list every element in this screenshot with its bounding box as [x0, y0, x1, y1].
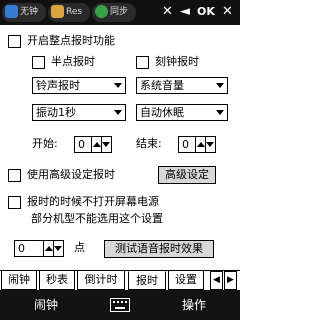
tab-next-button[interactable]: ▶	[224, 271, 237, 290]
tab-strip: 闹钟 秒表 倒计时 报时 设置 ◀ ▶	[0, 270, 240, 291]
tab-settings[interactable]: 设置	[168, 271, 204, 290]
quarter-hour-checkbox[interactable]	[136, 56, 149, 69]
ok-button[interactable]: OK	[197, 4, 215, 20]
point-unit-label: 点	[74, 241, 85, 254]
chevron-down-icon	[216, 83, 224, 88]
no-screen-checkbox[interactable]	[8, 196, 21, 209]
end-hour-value: 0	[182, 138, 189, 151]
volume-mute-icon[interactable]: ◄	[180, 4, 190, 20]
half-hour-label: 半点报时	[51, 55, 95, 68]
volume-dropdown[interactable]: 系统音量	[136, 77, 228, 94]
advanced-settings-button[interactable]: 高级设定	[158, 166, 216, 184]
chevron-down-icon	[114, 83, 122, 88]
close-icon[interactable]: ✕	[222, 4, 233, 20]
volume-dropdown-value: 系统音量	[140, 79, 184, 92]
sync-icon	[95, 5, 108, 18]
end-hour-stepper[interactable]: 0	[178, 136, 216, 153]
vibrate-dropdown-value: 振动1秒	[36, 106, 76, 119]
softkey-left[interactable]: 闹钟	[34, 298, 58, 312]
chevron-left-icon: ◀	[213, 275, 220, 285]
quarter-hour-label: 刻钟报时	[155, 55, 199, 68]
tab-timecall[interactable]: 报时	[128, 271, 166, 290]
test-voice-button[interactable]: 测试语音报时效果	[104, 240, 214, 258]
softkey-right[interactable]: 操作	[182, 298, 206, 312]
start-label: 开始:	[32, 137, 58, 150]
enable-hourly-checkbox[interactable]	[8, 35, 21, 48]
spin-down-icon[interactable]	[101, 137, 111, 152]
tab-stopwatch[interactable]: 秒表	[39, 271, 75, 290]
signal-off-icon[interactable]: ✕	[162, 4, 173, 20]
end-label: 结束:	[136, 137, 162, 150]
taskbar-app-3[interactable]: 同步	[92, 3, 136, 22]
taskbar-app-1-label: 无钟	[20, 7, 39, 17]
windows-flag-icon	[5, 5, 18, 18]
advanced-checkbox[interactable]	[8, 169, 21, 182]
sound-dropdown-value: 铃声报时	[36, 79, 80, 92]
chevron-right-icon: ▶	[227, 275, 234, 285]
tab-prev-button[interactable]: ◀	[210, 271, 223, 290]
spin-down-icon[interactable]	[53, 241, 63, 256]
sleep-dropdown-value: 自动休眠	[140, 106, 184, 119]
tab-alarm[interactable]: 闹钟	[1, 271, 37, 290]
taskbar-app-2-label: Res	[66, 7, 83, 17]
tab-countdown[interactable]: 倒计时	[77, 271, 125, 290]
keyboard-icon[interactable]	[110, 298, 130, 312]
sound-dropdown[interactable]: 铃声报时	[32, 77, 126, 94]
taskbar-app-2[interactable]: Res	[48, 3, 90, 22]
softkey-bar: 闹钟 操作	[0, 290, 240, 320]
no-screen-label-2: 部分机型不能选用这个设置	[31, 212, 163, 225]
spin-down-icon[interactable]	[205, 137, 215, 152]
sleep-dropdown[interactable]: 自动休眠	[136, 104, 228, 121]
half-hour-checkbox[interactable]	[32, 56, 45, 69]
chevron-down-icon	[216, 110, 224, 115]
status-bar: 无钟 Res 同步 ✕ ◄ OK ✕	[0, 0, 240, 25]
point-value: 0	[18, 242, 25, 255]
taskbar-app-3-label: 同步	[110, 7, 129, 17]
start-hour-stepper[interactable]: 0	[74, 136, 112, 153]
enable-hourly-label: 开启整点报时功能	[27, 34, 115, 47]
advanced-label: 使用高级设定报时	[27, 168, 115, 181]
point-stepper[interactable]: 0	[14, 240, 64, 257]
chevron-down-icon	[114, 110, 122, 115]
taskbar-app-1[interactable]: 无钟	[2, 3, 46, 22]
vibrate-dropdown[interactable]: 振动1秒	[32, 104, 126, 121]
no-screen-label-1: 报时的时候不打开屏幕电源	[27, 195, 159, 208]
app-icon	[51, 5, 64, 18]
start-hour-value: 0	[78, 138, 85, 151]
